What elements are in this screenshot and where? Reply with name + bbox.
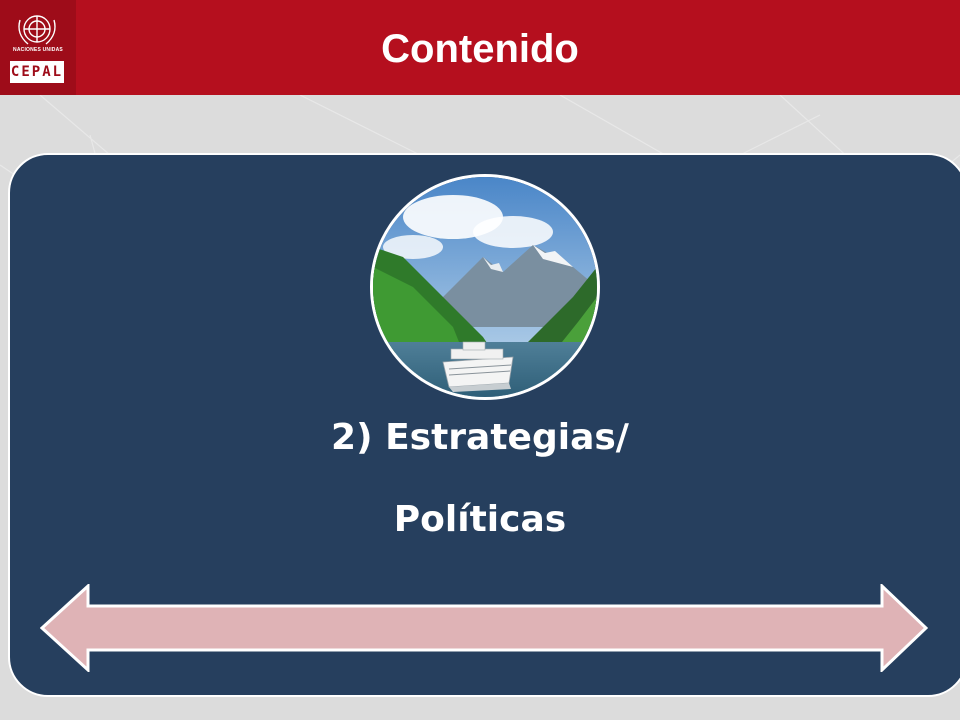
fjord-cruise-ship-photo: [370, 174, 600, 400]
section-heading-line1: 2) Estrategias/: [331, 417, 629, 458]
section-heading-line2: Políticas: [393, 499, 567, 540]
double-headed-arrow-icon: [40, 584, 928, 672]
page-title: Contenido: [381, 27, 579, 71]
header-bar: NACIONES UNIDAS CEPAL Contenido: [0, 0, 960, 95]
